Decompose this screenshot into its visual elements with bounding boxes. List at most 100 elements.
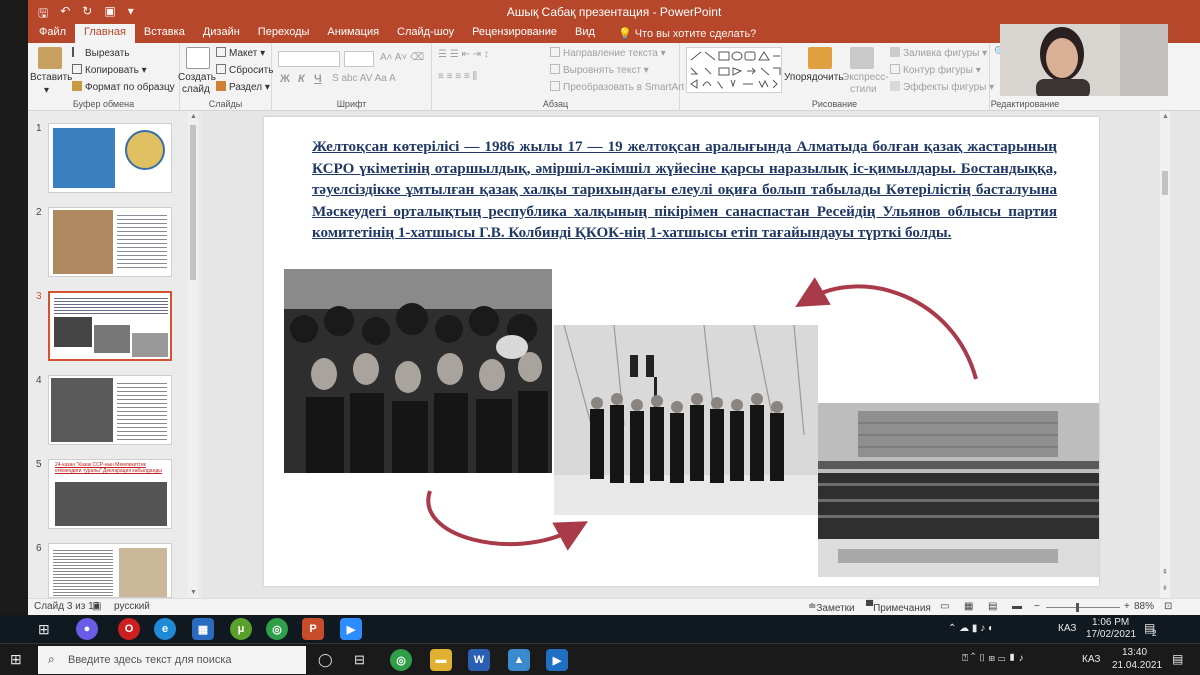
tab-slideshow[interactable]: Слайд-шоу xyxy=(388,24,463,43)
slide-scrollbar[interactable]: ▲ ⇞ ⇟ xyxy=(1160,111,1170,598)
scroll-up-icon[interactable]: ▲ xyxy=(190,113,197,120)
zoom-slider-thumb[interactable] xyxy=(1076,603,1079,612)
slide-scroll-thumb[interactable] xyxy=(1162,171,1168,195)
paste-button[interactable]: Вставить xyxy=(30,72,72,83)
sorter-view-icon[interactable]: ▦ xyxy=(964,601,973,612)
tab-file[interactable]: Файл xyxy=(30,24,75,43)
thumbnail-slide-5[interactable]: 24-казан "Казак ССР-нын Мемлекеттик егем… xyxy=(48,459,172,529)
tray-icons[interactable]: ⍰ ⌃ ▯ ⊞ ▭ ▮ ♪ xyxy=(962,653,1024,664)
zoom-level[interactable]: 88% xyxy=(1134,601,1154,612)
scroll-up-icon[interactable]: ▲ xyxy=(1162,113,1169,120)
tab-design[interactable]: Дизайн xyxy=(194,24,249,43)
font-size-box[interactable] xyxy=(344,51,374,67)
quick-styles-icon[interactable] xyxy=(850,47,874,69)
font-more-icons[interactable]: S abc AV Aa A xyxy=(332,73,396,84)
new-slide-button[interactable]: Создать xyxy=(178,72,216,83)
italic-button[interactable]: К xyxy=(298,73,305,85)
tray-language[interactable]: КАЗ xyxy=(1082,654,1100,665)
prev-slide-icon[interactable]: ⇞ xyxy=(1162,568,1168,576)
opera-icon[interactable]: O xyxy=(118,618,140,640)
paste-dropdown-icon[interactable]: ▾ xyxy=(44,85,49,96)
format-painter-button[interactable]: Формат по образцу xyxy=(72,81,175,93)
edge-icon[interactable]: e xyxy=(154,618,176,640)
store-icon[interactable]: ▦ xyxy=(192,618,214,640)
tell-me-box[interactable]: 💡 Что вы хотите сделать? xyxy=(604,26,756,43)
tray-icons[interactable]: ⌃ ☁ ▮ ♪ ◐ xyxy=(948,623,994,634)
slide-canvas[interactable]: Желтоқсан көтерілісі — 1986 жылы 17 — 19… xyxy=(264,117,1099,586)
task-view-icon[interactable]: ◯ xyxy=(318,652,333,668)
bold-button[interactable]: Ж xyxy=(280,73,290,85)
powerpoint-icon[interactable]: P xyxy=(302,618,324,640)
quick-styles-button[interactable]: Экспресс- xyxy=(842,72,889,83)
windows-start-icon[interactable]: ⊞ xyxy=(38,621,50,638)
zoom-slider[interactable] xyxy=(1046,603,1120,612)
font-name-box[interactable] xyxy=(278,51,340,67)
chrome-icon[interactable]: ◎ xyxy=(390,649,412,671)
shapes-gallery-icons xyxy=(690,51,781,89)
cut-button[interactable]: Вырезать xyxy=(72,47,129,59)
thumbnails-scrollbar[interactable]: ▲ ▼ xyxy=(188,111,198,598)
fit-slide-icon[interactable]: ⊡ xyxy=(1164,601,1172,612)
new-slide-button-2[interactable]: слайд xyxy=(182,84,210,95)
language-indicator[interactable]: русский xyxy=(114,601,150,612)
thumbnail-slide-2[interactable] xyxy=(48,207,172,277)
media-player-icon[interactable]: ▶ xyxy=(546,649,568,671)
arrange-icon[interactable] xyxy=(808,47,832,69)
comments-button[interactable]: ▀ Примечания xyxy=(866,601,931,614)
text-direction-button[interactable]: Направление текста ▾ xyxy=(550,47,666,59)
zoom-app-icon[interactable]: ▶ xyxy=(340,618,362,640)
arrange-button[interactable]: Упорядочить xyxy=(784,72,844,83)
photos-icon[interactable]: ▲ xyxy=(508,649,530,671)
section-button[interactable]: Раздел ▾ xyxy=(216,81,270,93)
zoom-out-icon[interactable]: − xyxy=(1034,601,1040,612)
zoom-in-icon[interactable]: + xyxy=(1124,601,1130,612)
thumbnail-slide-3[interactable] xyxy=(48,291,172,361)
grow-font-icon[interactable]: A˄ A˅ xyxy=(380,52,407,63)
thumbnail-slide-4[interactable] xyxy=(48,375,172,445)
timeline-icon[interactable]: ⊟ xyxy=(354,652,365,668)
curved-arrows xyxy=(426,277,978,551)
cortana-icon[interactable]: ● xyxy=(76,618,98,640)
tray-language[interactable]: КАЗ xyxy=(1058,623,1076,634)
slideshow-view-icon[interactable]: ▬ xyxy=(1012,601,1022,612)
tab-transitions[interactable]: Переходы xyxy=(249,24,319,43)
search-box[interactable]: ⌕ Введите здесь текст для поиска xyxy=(38,646,306,674)
reset-button[interactable]: Сбросить xyxy=(216,64,273,76)
shapes-gallery[interactable] xyxy=(686,47,782,93)
thumbnails-scroll-thumb[interactable] xyxy=(190,125,196,280)
align-icons[interactable]: ≡ ≡ ≡ ≡ ⫼ xyxy=(438,71,477,82)
tab-animations[interactable]: Анимация xyxy=(318,24,388,43)
tab-insert[interactable]: Вставка xyxy=(135,24,194,43)
reading-view-icon[interactable]: ▤ xyxy=(988,601,997,612)
tab-review[interactable]: Рецензирование xyxy=(463,24,566,43)
tab-home[interactable]: Главная xyxy=(75,24,135,43)
thumbnail-slide-1[interactable] xyxy=(48,123,172,193)
shape-effects-button[interactable]: Эффекты фигуры ▾ xyxy=(890,81,994,93)
clear-format-icon[interactable]: ⌫ xyxy=(410,52,424,63)
file-explorer-icon[interactable]: ▬ xyxy=(430,649,452,671)
spellcheck-icon[interactable]: ▣ xyxy=(92,601,101,612)
layout-button[interactable]: Макет ▾ xyxy=(216,47,265,59)
notes-button[interactable]: ≐ Заметки xyxy=(808,601,855,614)
shape-fill-button[interactable]: Заливка фигуры ▾ xyxy=(890,47,987,59)
quick-styles-button-2[interactable]: стили xyxy=(850,84,877,95)
smartart-button[interactable]: Преобразовать в SmartArt ▾ xyxy=(550,81,692,93)
thumbnail-slide-6[interactable] xyxy=(48,543,172,598)
normal-view-icon[interactable]: ▭ xyxy=(940,601,949,612)
underline-button[interactable]: Ч xyxy=(314,73,322,85)
next-slide-icon[interactable]: ⇟ xyxy=(1162,584,1168,592)
tab-view[interactable]: Вид xyxy=(566,24,604,43)
thumb-image xyxy=(94,325,130,353)
word-icon[interactable]: W xyxy=(468,649,490,671)
notification-icon[interactable]: ▤ xyxy=(1172,652,1183,666)
chrome-icon[interactable]: ◎ xyxy=(266,618,288,640)
align-text-button[interactable]: Выровнять текст ▾ xyxy=(550,64,649,76)
paste-icon[interactable] xyxy=(38,47,62,69)
shape-outline-button[interactable]: Контур фигуры ▾ xyxy=(890,64,981,76)
copy-button[interactable]: Копировать ▾ xyxy=(72,64,147,76)
torrent-icon[interactable]: μ xyxy=(230,618,252,640)
scroll-down-icon[interactable]: ▼ xyxy=(190,589,197,596)
windows-start-icon[interactable]: ⊞ xyxy=(10,651,22,668)
new-slide-icon[interactable] xyxy=(186,47,210,69)
list-icons[interactable]: ☰ ☰ ⇤ ⇥ ↕ xyxy=(438,49,489,60)
